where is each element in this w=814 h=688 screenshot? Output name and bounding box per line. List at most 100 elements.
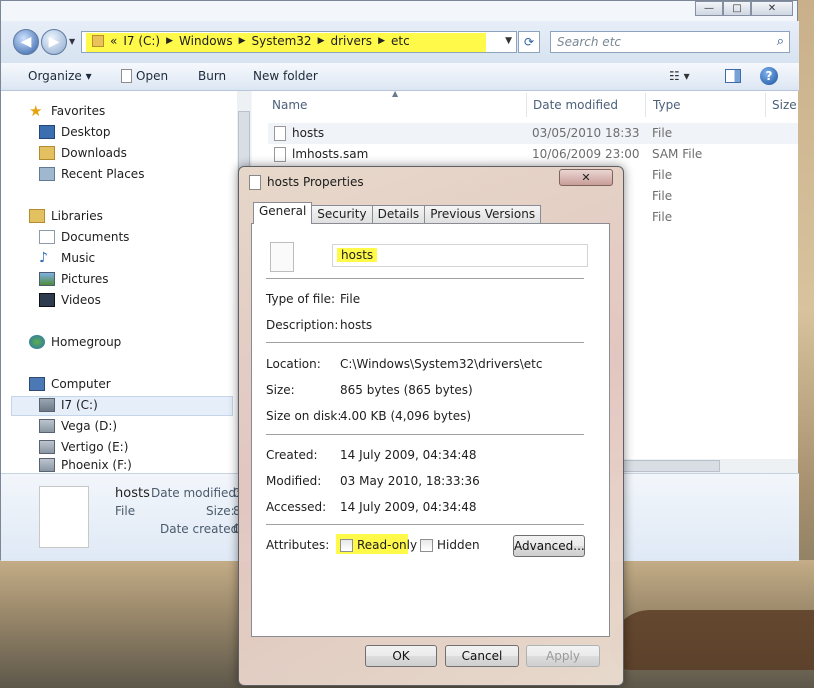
sidebar-item-label: Computer (51, 377, 111, 391)
horizontal-scrollbar[interactable] (612, 459, 798, 473)
desktop-icon (39, 125, 55, 139)
chevron-right-icon[interactable]: ▶ (378, 36, 385, 46)
accessed-value: 14 July 2009, 04:34:48 (340, 500, 477, 514)
sidebar-item-label: Favorites (51, 104, 106, 118)
file-name-field[interactable]: hosts (332, 244, 588, 267)
general-tab-panel: hosts Type of file: File Description: ho… (251, 223, 610, 637)
open-button[interactable]: Open (121, 69, 168, 83)
command-bar: Organize ▾ Open Burn New folder ☷ ▾ ? (1, 63, 799, 91)
sidebar-item-desktop[interactable]: Desktop (39, 122, 111, 142)
column-divider[interactable] (526, 93, 527, 117)
column-date-modified[interactable]: Date modified (533, 98, 618, 112)
chevron-right-icon[interactable]: ▶ (318, 36, 325, 46)
sidebar-item-label: Recent Places (61, 167, 145, 181)
breadcrumb-windows[interactable]: Windows (179, 34, 233, 48)
tab-security[interactable]: Security (311, 205, 373, 224)
chevron-right-icon[interactable]: ▶ (166, 36, 173, 46)
view-options-icon[interactable]: ☷ ▾ (669, 69, 690, 83)
sidebar-item-label: Vertigo (E:) (61, 440, 129, 454)
file-icon (121, 69, 132, 83)
apply-button[interactable]: Apply (526, 645, 600, 667)
file-icon (39, 486, 89, 548)
file-name: lmhosts.sam (292, 147, 369, 161)
refresh-icon[interactable]: ⟳ (518, 31, 540, 53)
help-icon[interactable]: ? (760, 67, 778, 85)
new-folder-button[interactable]: New folder (253, 69, 318, 83)
window-controls: — □ ✕ (695, 1, 793, 16)
search-input[interactable]: Search etc ⌕ (550, 31, 790, 53)
history-dropdown-icon[interactable]: ▼ (69, 37, 75, 46)
burn-button[interactable]: Burn (198, 69, 226, 83)
drive-icon (39, 440, 55, 454)
properties-dialog: hosts Properties ✕ General Security Deta… (238, 166, 624, 686)
ok-button[interactable]: OK (365, 645, 437, 667)
sidebar-item-drive-d[interactable]: Vega (D:) (39, 416, 117, 436)
breadcrumb-etc[interactable]: etc (391, 34, 410, 48)
sidebar-item-computer[interactable]: Computer (29, 374, 111, 394)
table-row[interactable]: lmhosts.sam 10/06/2009 23:00 SAM File (268, 144, 798, 165)
hidden-checkbox[interactable]: Hidden (420, 538, 480, 552)
checkbox-box[interactable] (340, 538, 353, 552)
dialog-tabs: General Security Details Previous Versio… (253, 202, 542, 224)
sidebar-item-libraries[interactable]: Libraries (29, 206, 103, 226)
file-name: hosts (292, 126, 325, 140)
column-type[interactable]: Type (653, 98, 681, 112)
minimize-button[interactable]: — (695, 1, 723, 16)
divider (266, 278, 584, 279)
sidebar-item-downloads[interactable]: Downloads (39, 143, 127, 163)
column-divider[interactable] (645, 93, 646, 117)
file-icon (249, 175, 261, 190)
column-size[interactable]: Size (772, 98, 797, 112)
file-date: 03/05/2010 18:33 (532, 126, 640, 140)
dialog-close-button[interactable]: ✕ (559, 169, 613, 186)
description-value: hosts (340, 318, 373, 332)
close-button[interactable]: ✕ (751, 1, 793, 16)
scrollbar-thumb[interactable] (612, 460, 720, 472)
type-value: File (340, 292, 361, 306)
details-file-name: hosts (115, 486, 150, 501)
sidebar-item-music[interactable]: ♪ Music (39, 248, 95, 268)
column-name[interactable]: Name (272, 98, 307, 112)
sidebar-item-videos[interactable]: Videos (39, 290, 101, 310)
back-button[interactable]: ◀ (13, 29, 39, 55)
search-icon[interactable]: ⌕ (777, 34, 784, 49)
breadcrumb-overflow[interactable]: « (110, 34, 117, 48)
breadcrumb-system32[interactable]: System32 (252, 34, 312, 48)
breadcrumb-drive-c[interactable]: I7 (C:) (123, 34, 160, 48)
tab-details[interactable]: Details (371, 205, 426, 224)
sidebar-item-drive-e[interactable]: Vertigo (E:) (39, 437, 128, 457)
location-value: C:\Windows\System32\drivers\etc (340, 357, 543, 371)
attributes-label: Attributes: (266, 538, 330, 552)
sidebar-item-documents[interactable]: Documents (39, 227, 129, 247)
sidebar-item-drive-c[interactable]: I7 (C:) (39, 395, 98, 415)
forward-button[interactable]: ▶ (41, 29, 67, 55)
checkbox-box[interactable] (420, 538, 433, 552)
file-type: File (652, 189, 673, 203)
chevron-right-icon[interactable]: ▶ (239, 36, 246, 46)
organize-button[interactable]: Organize ▾ (28, 69, 92, 83)
details-date-created-label: Date created: (160, 522, 243, 536)
preview-pane-icon[interactable] (725, 69, 741, 83)
sidebar-item-homegroup[interactable]: Homegroup (29, 332, 121, 352)
sidebar-item-favorites[interactable]: ★ Favorites (29, 101, 105, 121)
address-bar[interactable]: « I7 (C:) ▶ Windows ▶ System32 ▶ drivers… (81, 31, 517, 53)
column-divider[interactable] (765, 93, 766, 117)
drive-icon (39, 458, 55, 472)
advanced-button[interactable]: Advanced... (513, 535, 585, 557)
maximize-button[interactable]: □ (723, 1, 751, 16)
sidebar-item-label: Pictures (61, 272, 109, 286)
breadcrumb-drivers[interactable]: drivers (331, 34, 373, 48)
sidebar-item-recent-places[interactable]: Recent Places (39, 164, 144, 184)
sidebar-item-pictures[interactable]: Pictures (39, 269, 109, 289)
file-icon (274, 147, 286, 162)
readonly-checkbox[interactable]: Read-only (340, 538, 417, 552)
tab-previous-versions[interactable]: Previous Versions (424, 205, 542, 224)
table-row[interactable]: hosts 03/05/2010 18:33 File (268, 123, 798, 144)
tab-general[interactable]: General (253, 202, 313, 224)
sidebar-item-drive-f[interactable]: Phoenix (F:) (39, 458, 132, 473)
chevron-down-icon[interactable]: ▼ (505, 36, 512, 46)
address-bar-area: ◀ ▶ ▼ « I7 (C:) ▶ Windows ▶ System32 ▶ d… (1, 21, 799, 63)
cancel-button[interactable]: Cancel (445, 645, 519, 667)
sidebar-item-label: Libraries (51, 209, 103, 223)
sidebar-item-label: Documents (61, 230, 130, 244)
